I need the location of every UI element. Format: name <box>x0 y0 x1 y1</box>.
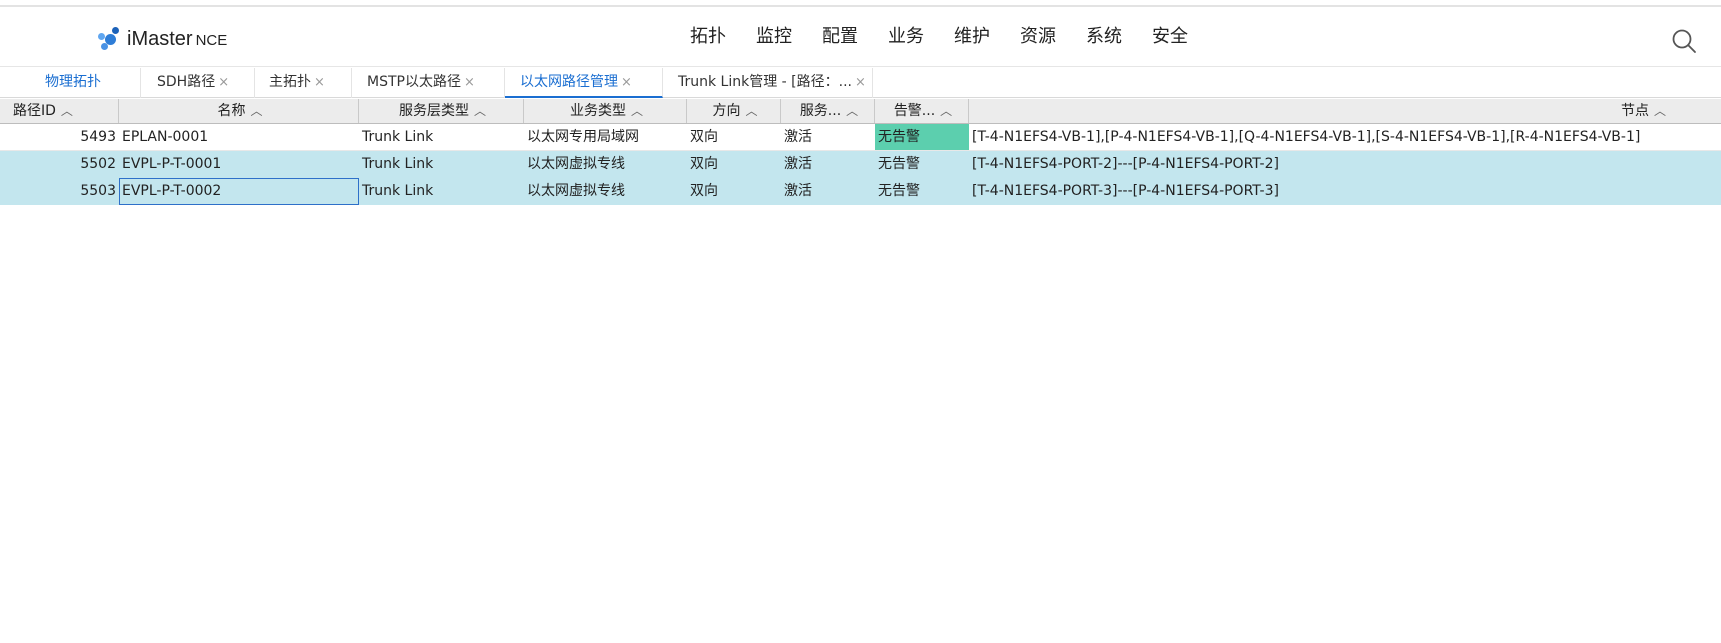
cell-node: [T-4-N1EFS4-PORT-3]---[P-4-N1EFS4-PORT-3… <box>972 183 1279 199</box>
column-header-alarm[interactable]: 告警... ︿ <box>875 99 969 123</box>
cell-node: [T-4-N1EFS4-PORT-2]---[P-4-N1EFS4-PORT-2… <box>972 156 1279 172</box>
column-header-label: 业务类型 <box>569 103 626 119</box>
column-header-label: 服务... <box>799 103 842 119</box>
column-header-business-type[interactable]: 业务类型 ︿ <box>524 99 687 123</box>
column-header-direction[interactable]: 方向 ︿ <box>687 99 781 123</box>
column-header-label: 告警... <box>893 103 936 119</box>
tab-label: 主拓扑 <box>269 74 311 90</box>
column-header-path-id[interactable]: 路径ID ︿ <box>0 99 119 123</box>
cell-business-type: 以太网虚拟专线 <box>527 156 625 172</box>
tab-main-topology[interactable]: 主拓扑 × <box>255 68 352 98</box>
nav-item-security[interactable]: 安全 <box>1152 21 1188 53</box>
imaster-logo-icon <box>97 27 121 51</box>
tab-label: SDH路径 <box>157 74 216 90</box>
tab-label: MSTP以太路径 <box>367 74 461 90</box>
tab-label: 以太网路径管理 <box>520 74 618 90</box>
nav-item-maintenance[interactable]: 维护 <box>954 21 990 53</box>
sort-icon[interactable]: ︿ <box>61 104 73 118</box>
sort-icon[interactable]: ︿ <box>745 104 757 118</box>
cell-path-id: 5502 <box>80 156 116 172</box>
tab-bar: 物理拓扑 SDH路径 × 主拓扑 × MSTP以太路径 × 以太网路径管理 × Trun… <box>0 68 1721 98</box>
table-row[interactable]: 5502 EVPL-P-T-0001 Trunk Link 以太网虚拟专线 双向… <box>0 151 1721 178</box>
column-header-label: 路径ID <box>13 103 56 119</box>
cell-path-id: 5493 <box>80 129 116 145</box>
cell-service-status: 激活 <box>784 183 812 199</box>
cell-business-type: 以太网虚拟专线 <box>527 183 625 199</box>
column-header-label: 方向 <box>712 103 741 119</box>
column-header-service-status[interactable]: 服务... ︿ <box>781 99 875 123</box>
nav-item-monitor[interactable]: 监控 <box>756 21 792 53</box>
nav-item-topology[interactable]: 拓扑 <box>690 21 726 53</box>
table-row[interactable]: 5503 EVPL-P-T-0002 Trunk Link 以太网虚拟专线 双向… <box>0 178 1721 205</box>
tab-physical-topology[interactable]: 物理拓扑 <box>0 68 141 98</box>
cell-service-layer: Trunk Link <box>362 129 434 145</box>
tab-label: 物理拓扑 <box>45 74 101 90</box>
tab-close-icon[interactable]: × <box>314 75 325 90</box>
nav-item-system[interactable]: 系统 <box>1086 21 1122 53</box>
column-header-node[interactable]: 节点 ︿ <box>969 99 1721 123</box>
tab-ethernet-path-management[interactable]: 以太网路径管理 × <box>505 68 663 98</box>
tab-mstp-ethernet-path[interactable]: MSTP以太路径 × <box>352 68 505 98</box>
cell-business-type: 以太网专用局域网 <box>527 129 639 145</box>
tab-close-icon[interactable]: × <box>218 75 229 90</box>
cell-direction: 双向 <box>690 156 718 172</box>
logo-sub-text: NCE <box>195 31 228 49</box>
column-header-label: 名称 <box>217 103 246 119</box>
nav-item-config[interactable]: 配置 <box>822 21 858 53</box>
app-header: iMaster NCE 拓扑 监控 配置 业务 维护 资源 系统 安全 <box>0 9 1721 67</box>
sort-icon[interactable]: ︿ <box>474 104 486 118</box>
window-top-border <box>0 0 1721 7</box>
tab-trunk-link-management[interactable]: Trunk Link管理 - [路径：... × <box>663 68 873 98</box>
column-header-label: 服务层类型 <box>398 103 469 119</box>
cell-node: [T-4-N1EFS4-VB-1],[P-4-N1EFS4-VB-1],[Q-4… <box>972 129 1641 145</box>
cell-alarm-status: 无告警 <box>875 124 969 150</box>
cell-direction: 双向 <box>690 183 718 199</box>
cell-service-status: 激活 <box>784 156 812 172</box>
nav-item-resource[interactable]: 资源 <box>1020 21 1056 53</box>
path-table: 路径ID ︿ 名称 ︿ 服务层类型 ︿ 业务类型 ︿ 方向 ︿ 服务... ︿ 告警... ︿… <box>0 99 1721 205</box>
logo: iMaster NCE <box>97 26 227 52</box>
column-header-label: 节点 <box>1620 103 1649 119</box>
column-header-name[interactable]: 名称 ︿ <box>119 99 359 123</box>
logo-main-text: iMaster <box>127 27 193 50</box>
logo-text: iMaster NCE <box>127 28 227 51</box>
table-row[interactable]: 5493 EPLAN-0001 Trunk Link 以太网专用局域网 双向 激… <box>0 124 1721 151</box>
sort-icon[interactable]: ︿ <box>940 104 952 118</box>
sort-icon[interactable]: ︿ <box>250 104 262 118</box>
cell-service-status: 激活 <box>784 129 812 145</box>
sort-icon[interactable]: ︿ <box>846 104 858 118</box>
tab-sdh-path[interactable]: SDH路径 × <box>141 68 255 98</box>
nav-item-service[interactable]: 业务 <box>888 21 924 53</box>
cell-path-id: 5503 <box>80 183 116 199</box>
cell-service-layer: Trunk Link <box>362 156 434 172</box>
tab-label: Trunk Link管理 - [路径：... <box>678 74 852 90</box>
cell-service-layer: Trunk Link <box>362 183 434 199</box>
cell-name: EPLAN-0001 <box>122 129 209 145</box>
search-icon[interactable] <box>1671 28 1697 54</box>
cell-direction: 双向 <box>690 129 718 145</box>
sort-icon[interactable]: ︿ <box>631 104 643 118</box>
tab-close-icon[interactable]: × <box>621 75 632 90</box>
cell-alarm-status: 无告警 <box>878 156 920 172</box>
cell-name: EVPL-P-T-0001 <box>122 156 222 172</box>
tab-close-icon[interactable]: × <box>855 75 866 90</box>
cell-alarm-status: 无告警 <box>878 183 920 199</box>
table-header-row: 路径ID ︿ 名称 ︿ 服务层类型 ︿ 业务类型 ︿ 方向 ︿ 服务... ︿ 告警... ︿… <box>0 99 1721 124</box>
cell-name[interactable]: EVPL-P-T-0002 <box>119 178 359 205</box>
tab-close-icon[interactable]: × <box>464 75 475 90</box>
main-nav: 拓扑 监控 配置 业务 维护 资源 系统 安全 <box>690 21 1218 53</box>
column-header-service-layer[interactable]: 服务层类型 ︿ <box>359 99 524 123</box>
sort-icon[interactable]: ︿ <box>1654 104 1666 118</box>
